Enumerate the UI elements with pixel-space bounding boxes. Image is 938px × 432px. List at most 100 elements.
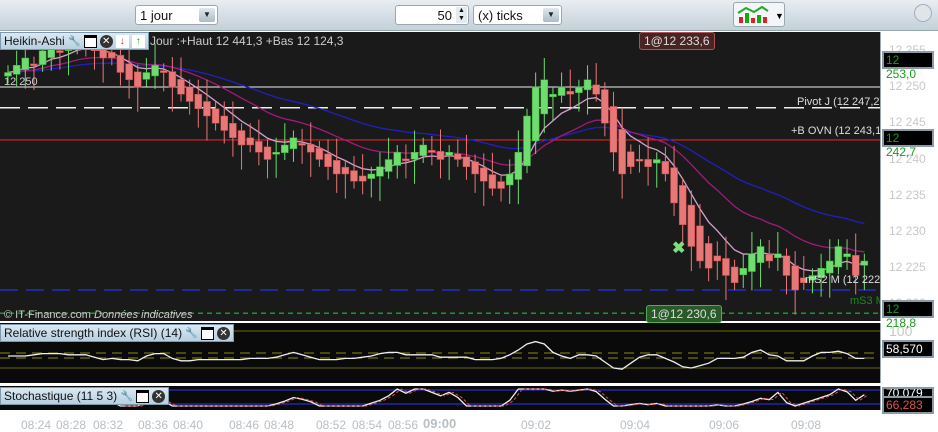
spinner-arrows-icon[interactable]: ▲ ▼	[456, 7, 467, 23]
candle-body	[56, 50, 64, 53]
wrench-icon[interactable]: 🔧	[68, 35, 81, 48]
unit-select[interactable]: (x) ticks ▼	[473, 5, 562, 25]
low-price-badge: 12 218,8	[882, 300, 934, 330]
candle-body	[523, 115, 531, 167]
candle-body	[445, 152, 453, 156]
candle-body	[540, 79, 549, 115]
candle-body	[860, 260, 869, 266]
wrench-icon[interactable]: 🔧	[185, 327, 198, 340]
candle-body	[315, 147, 324, 160]
copyright-text: © IT-Finance.com	[4, 309, 91, 321]
chevron-down-icon: ▼	[543, 8, 559, 22]
candle-body	[12, 65, 21, 75]
candle-body	[557, 86, 566, 96]
candle-body	[765, 254, 773, 262]
y-tick: 12 225	[889, 260, 926, 275]
candle-body	[756, 246, 765, 263]
candle-body	[462, 156, 471, 167]
candle-body	[514, 152, 523, 180]
candle-body	[471, 161, 479, 175]
candle-body	[211, 108, 220, 124]
chart-type-button[interactable]: ▼	[733, 2, 785, 27]
candle-body	[229, 122, 237, 139]
x-tick: 09:00	[423, 416, 457, 431]
watermark: © IT-Finance.com Données indicatives	[4, 309, 192, 321]
candle-body	[497, 181, 505, 189]
rsi-title: Relative strength index (RSI) (14)	[4, 326, 183, 340]
candle-body	[488, 174, 497, 189]
candle-body	[324, 153, 332, 168]
ms2-label: mS2 M (12 222)	[805, 274, 884, 286]
candle-body	[151, 65, 159, 77]
window-icon[interactable]	[136, 389, 150, 403]
candle-body	[367, 173, 376, 179]
candle-body	[185, 86, 194, 102]
candle-body	[618, 129, 626, 175]
rsi-header: Relative strength index (RSI) (14) 🔧 ✕	[0, 324, 235, 342]
signal-cross-icon: ✖	[672, 240, 685, 257]
candle-body	[730, 266, 739, 284]
candle-body	[722, 258, 730, 276]
main-chart-header: Heikin-Ashi 🔧 ✕ ↓ ↑	[0, 32, 149, 50]
candle-body	[480, 167, 488, 182]
candle-body	[21, 57, 30, 71]
window-icon[interactable]	[83, 34, 97, 48]
candle-body	[635, 158, 644, 162]
candle-body	[428, 150, 436, 153]
count-value: 50	[437, 8, 452, 23]
candle-body	[142, 72, 151, 80]
chevron-down-icon: ▼	[199, 8, 215, 22]
candle-body	[307, 143, 315, 153]
left-price-label: 12 250	[4, 76, 38, 88]
candle-body	[834, 246, 843, 268]
period-select[interactable]: 1 jour ▼	[135, 5, 218, 25]
resize-arrows-icon[interactable]: ⇕	[918, 54, 929, 70]
refresh-icon[interactable]	[914, 4, 932, 22]
candle-body	[601, 89, 609, 124]
close-icon[interactable]: ✕	[152, 389, 166, 403]
candle-body	[194, 93, 203, 109]
candle-body	[549, 94, 557, 98]
buy-order-tag[interactable]: 1@12 230,6	[646, 305, 722, 323]
candle-body	[246, 137, 254, 146]
sell-order-tag[interactable]: 1@12 233,6	[639, 32, 715, 50]
candle-body	[583, 79, 592, 91]
candle-body	[168, 71, 177, 88]
price-chart[interactable]: ✖	[0, 32, 880, 321]
candle-body	[384, 159, 393, 172]
wrench-icon[interactable]: 🔧	[120, 390, 133, 403]
y-tick: 12 250	[889, 79, 926, 94]
candle-body	[263, 146, 272, 160]
candle-body	[108, 52, 116, 59]
candle-body	[298, 143, 306, 146]
candle-body	[177, 79, 185, 95]
candle-body	[505, 173, 514, 186]
candle-body	[272, 152, 280, 155]
candle-body	[826, 260, 834, 274]
close-icon[interactable]: ✕	[217, 326, 231, 340]
ovn-price-badge: 12 242,7	[882, 129, 934, 159]
candle-body	[531, 86, 540, 142]
count-spinner[interactable]: 50 ▲ ▼	[395, 5, 469, 25]
candle-body	[159, 70, 168, 73]
candle-body	[592, 84, 600, 95]
chart-type-icon: ▼	[737, 5, 784, 23]
candle-body	[609, 106, 618, 153]
y-tick: 12 235	[889, 187, 926, 202]
candle-body	[454, 153, 462, 160]
price-chart-canvas: ✖	[0, 32, 880, 315]
close-icon[interactable]: ✕	[99, 34, 113, 48]
window-icon[interactable]	[201, 326, 215, 340]
move-down-icon[interactable]: ↓	[115, 34, 129, 48]
candle-body	[220, 115, 228, 131]
candle-body	[410, 152, 419, 160]
candle-body	[125, 63, 133, 80]
candle-body	[376, 166, 384, 177]
candle-body	[255, 141, 263, 153]
y-tick: 12 230	[889, 224, 926, 238]
stochastic-header: Stochastique (11 5 3) 🔧 ✕	[0, 387, 170, 405]
move-up-icon[interactable]: ↑	[131, 34, 145, 48]
stochastic-d-badge: 66,283	[882, 396, 934, 414]
day-range-info: Jour :+Haut 12 441,3 +Bas 12 124,3	[150, 34, 344, 48]
candle-body	[748, 253, 756, 272]
